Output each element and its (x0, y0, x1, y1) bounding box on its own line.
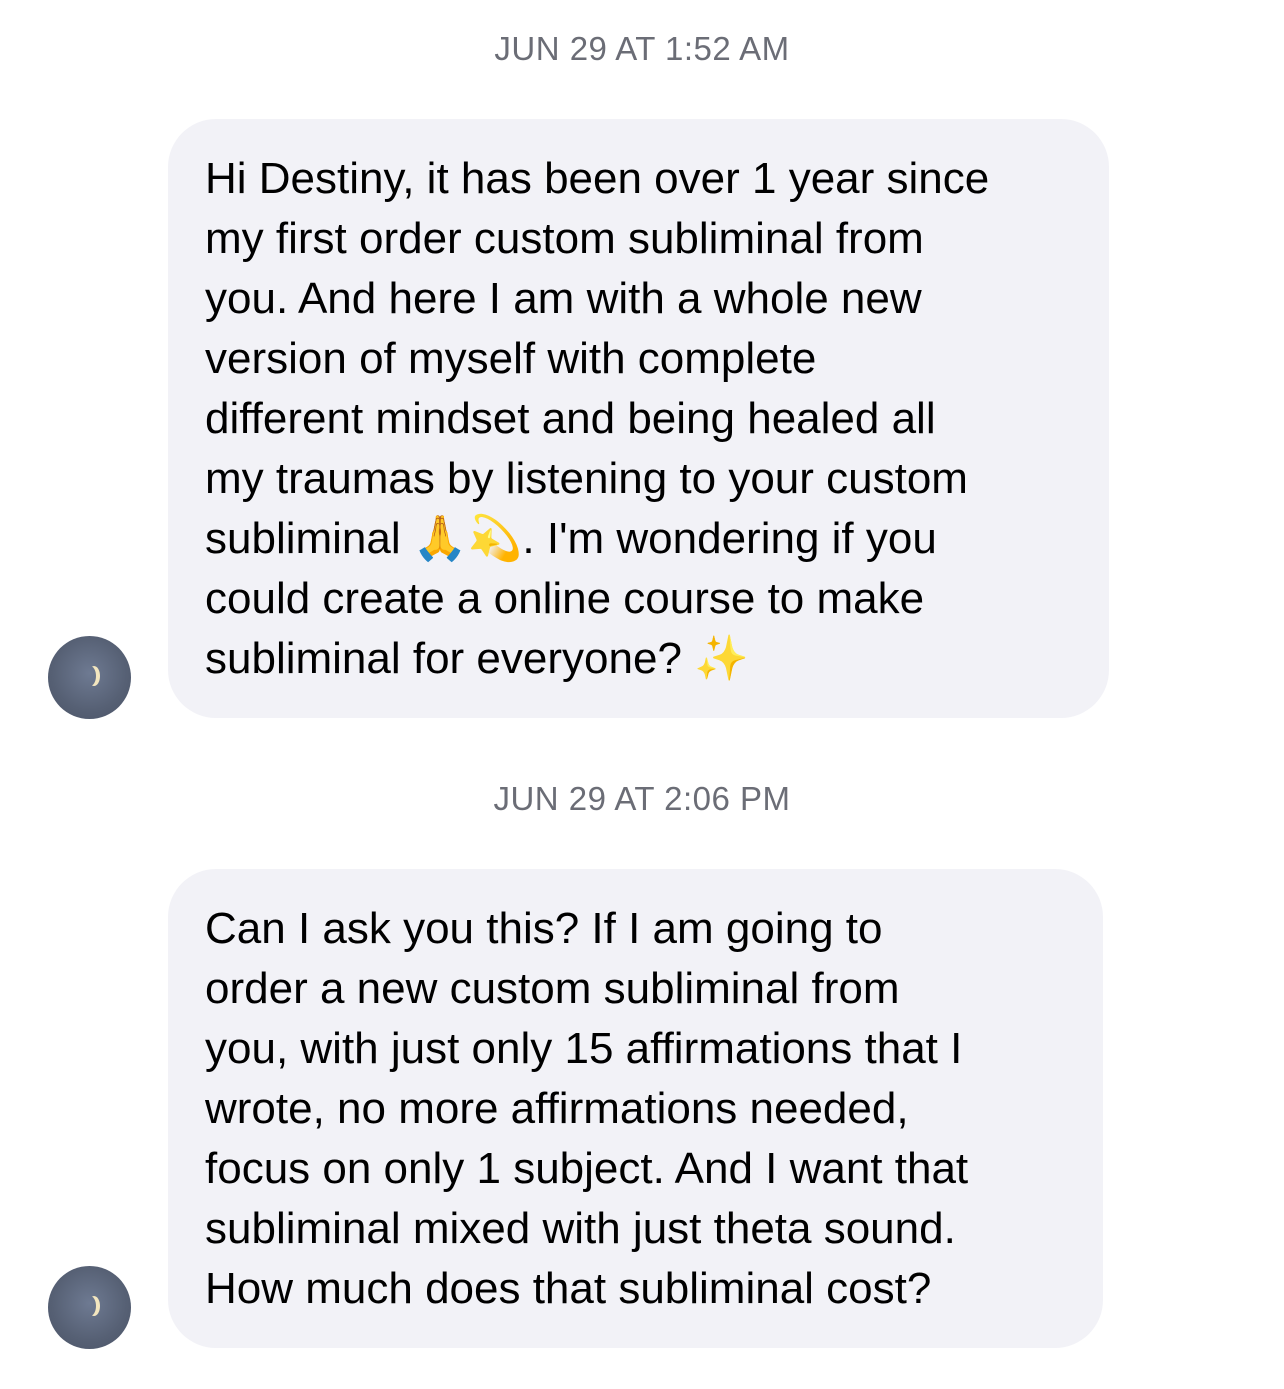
message-line: subliminal 🙏💫. I'm wondering if you (205, 514, 937, 563)
message-bubble[interactable]: Hi Destiny, it has been over 1 year sinc… (168, 119, 1109, 718)
message-line: focus on only 1 subject. And I want that (205, 1144, 969, 1193)
message-line: different mindset and being healed all (205, 394, 936, 443)
moon-icon (84, 666, 96, 686)
message-line: my first order custom subliminal from (205, 214, 924, 263)
message-line: wrote, no more affirmations needed, (205, 1084, 909, 1133)
moon-icon (84, 1296, 96, 1316)
message-line: subliminal for everyone? ✨ (205, 634, 749, 683)
message-line: order a new custom subliminal from (205, 964, 900, 1013)
message-line: Can I ask you this? If I am going to (205, 904, 883, 953)
message-line: Hi Destiny, it has been over 1 year sinc… (205, 154, 990, 203)
message-line: version of myself with complete (205, 334, 817, 383)
timestamp: JUN 29 AT 2:06 PM (493, 780, 791, 817)
message-line: you. And here I am with a whole new (205, 274, 922, 323)
sender-avatar[interactable] (48, 1266, 131, 1349)
message-line: you, with just only 15 affirmations that… (205, 1024, 963, 1073)
timestamp: JUN 29 AT 1:52 AM (494, 30, 790, 67)
sender-avatar[interactable] (48, 636, 131, 719)
message-line: subliminal mixed with just theta sound. (205, 1204, 956, 1253)
message-line: my traumas by listening to your custom (205, 454, 968, 503)
message-line: could create a online course to make (205, 574, 925, 623)
message-bubble[interactable]: Can I ask you this? If I am going to ord… (168, 869, 1103, 1348)
message-line: How much does that subliminal cost? (205, 1264, 932, 1313)
